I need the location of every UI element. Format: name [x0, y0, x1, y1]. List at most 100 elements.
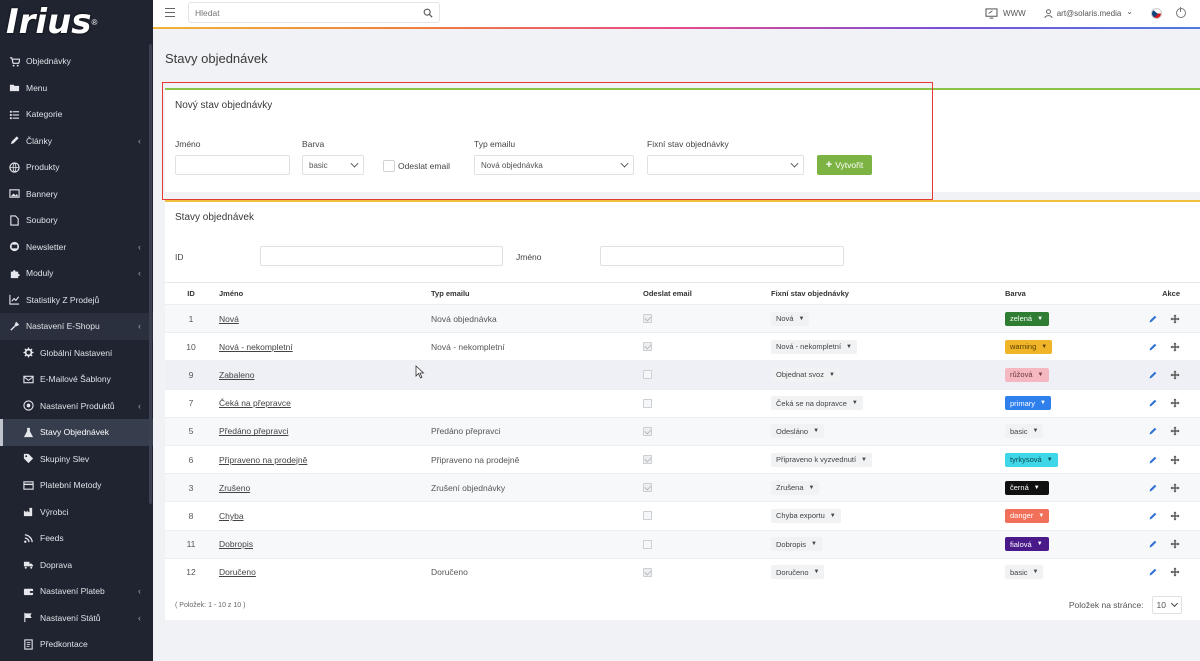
table-row[interactable]: 6 Připraveno na prodejně Připraveno na pro…	[165, 444, 1200, 473]
sidebar-item-15[interactable]: Stavy Objednávek	[0, 419, 153, 446]
search-icon[interactable]	[423, 8, 433, 18]
color-badge[interactable]: růžová ▼	[1005, 367, 1049, 382]
move-arrows-icon[interactable]	[1170, 425, 1180, 437]
send-email-checkbox[interactable]	[643, 567, 652, 577]
sidebar-item-1[interactable]: Objednávky	[0, 48, 153, 75]
fixed-state-dropdown[interactable]: Čeká se na dopravce ▼	[771, 396, 863, 411]
edit-pencil-icon[interactable]	[1148, 454, 1158, 466]
menu-toggle-icon[interactable]	[165, 8, 175, 18]
send-email-checkbox[interactable]	[643, 483, 652, 493]
sidebar-item-4[interactable]: Články ‹	[0, 128, 153, 155]
row-name-link[interactable]: Zabaleno	[219, 370, 254, 380]
language-flag-icon[interactable]	[1151, 7, 1162, 19]
color-badge[interactable]: basic ▼	[1005, 424, 1044, 439]
move-arrows-icon[interactable]	[1170, 510, 1180, 522]
move-arrows-icon[interactable]	[1170, 454, 1180, 466]
col-name[interactable]: Jméno	[219, 283, 243, 304]
sidebar-item-6[interactable]: Bannery	[0, 181, 153, 208]
sidebar-item-2[interactable]: Menu	[0, 75, 153, 102]
table-row[interactable]: 12 Doručeno Doručeno Doručeno ▼ basic ▼	[165, 557, 1200, 586]
row-name-link[interactable]: Zrušeno	[219, 483, 250, 493]
row-name-link[interactable]: Čeká na přepravce	[219, 398, 291, 408]
row-name-link[interactable]: Nová	[219, 314, 239, 324]
sidebar-item-22[interactable]: Nastavení Států ‹	[0, 605, 153, 632]
fixed-state-dropdown[interactable]: Připraveno k vyzvednutí ▼	[771, 452, 872, 467]
sidebar-item-20[interactable]: Doprava	[0, 552, 153, 579]
edit-pencil-icon[interactable]	[1148, 313, 1158, 325]
sidebar-item-7[interactable]: Soubory	[0, 207, 153, 234]
move-arrows-icon[interactable]	[1170, 369, 1180, 381]
edit-pencil-icon[interactable]	[1148, 482, 1158, 494]
fixed-state-dropdown[interactable]: Odesláno ▼	[771, 424, 825, 439]
power-icon[interactable]	[1176, 7, 1186, 18]
edit-pencil-icon[interactable]	[1148, 510, 1158, 522]
sidebar-item-16[interactable]: Skupiny Slev	[0, 446, 153, 473]
table-row[interactable]: 9 Zabaleno Objednat svoz ▼ růžová ▼	[165, 360, 1200, 389]
user-menu[interactable]: art@solaris.media ⌄	[1044, 7, 1133, 18]
col-color[interactable]: Barva	[1005, 283, 1026, 304]
color-badge[interactable]: basic ▼	[1005, 565, 1044, 580]
edit-pencil-icon[interactable]	[1148, 538, 1158, 550]
sidebar-item-17[interactable]: Platební Metody	[0, 472, 153, 499]
www-link[interactable]: WWW	[985, 7, 1026, 19]
row-name-link[interactable]: Předáno přepravci	[219, 426, 288, 436]
sidebar-item-21[interactable]: Nastavení Plateb ‹	[0, 578, 153, 605]
fixed-state-select[interactable]	[647, 155, 804, 175]
edit-pencil-icon[interactable]	[1148, 341, 1158, 353]
send-email-checkbox[interactable]	[643, 426, 652, 436]
color-select[interactable]: basic	[302, 155, 364, 175]
table-row[interactable]: 10 Nová - nekompletní Nová - nekompletní No…	[165, 332, 1200, 360]
sidebar-item-13[interactable]: E-Mailové Šablony	[0, 366, 153, 393]
send-email-checkbox[interactable]	[643, 539, 652, 549]
row-name-link[interactable]: Doručeno	[219, 567, 256, 577]
sidebar-item-18[interactable]: Výrobci	[0, 499, 153, 526]
table-row[interactable]: 11 Dobropis Dobropis ▼ fialová ▼	[165, 529, 1200, 558]
send-email-checkbox[interactable]	[643, 370, 652, 380]
fixed-state-dropdown[interactable]: Doručeno ▼	[771, 565, 825, 580]
move-arrows-icon[interactable]	[1170, 313, 1180, 325]
send-email-checkbox[interactable]	[643, 314, 652, 324]
edit-pencil-icon[interactable]	[1148, 397, 1158, 409]
sidebar-item-3[interactable]: Kategorie	[0, 101, 153, 128]
col-id[interactable]: ID	[178, 283, 204, 304]
sidebar-item-8[interactable]: Newsletter ‹	[0, 234, 153, 261]
edit-pencil-icon[interactable]	[1148, 425, 1158, 437]
color-badge[interactable]: černá ▼	[1005, 480, 1049, 495]
app-logo[interactable]: Irius ®	[0, 0, 153, 44]
table-row[interactable]: 3 Zrušeno Zrušení objednávky Zrušena ▼ černá ▼	[165, 473, 1200, 502]
email-type-select[interactable]: Nová objednávka	[474, 155, 634, 175]
col-send-email[interactable]: Odeslat email	[643, 283, 692, 304]
color-badge[interactable]: zelená ▼	[1005, 311, 1049, 326]
send-email-checkbox[interactable]	[643, 398, 652, 408]
sidebar-item-10[interactable]: Statistiky Z Prodejů	[0, 287, 153, 314]
sidebar-scrollbar[interactable]	[149, 44, 152, 504]
move-arrows-icon[interactable]	[1170, 341, 1180, 353]
sidebar-item-11[interactable]: Nastavení E-Shopu ‹	[0, 313, 153, 340]
send-email-checkbox[interactable]	[383, 160, 395, 172]
row-name-link[interactable]: Nová - nekompletní	[219, 342, 293, 352]
color-badge[interactable]: tyrkysová ▼	[1005, 452, 1058, 467]
search-input[interactable]	[189, 3, 409, 22]
per-page-select[interactable]: 10	[1151, 596, 1182, 614]
sidebar-item-12[interactable]: Globální Nastavení	[0, 340, 153, 367]
table-row[interactable]: 7 Čeká na přepravce Čeká se na dopravce ▼ pr…	[165, 388, 1200, 417]
create-button[interactable]: + Vytvořit	[817, 155, 872, 175]
color-badge[interactable]: fialová ▼	[1005, 537, 1049, 552]
send-email-checkbox[interactable]	[643, 455, 652, 465]
table-row[interactable]: 1 Nová Nová objednávka Nová ▼ zelená ▼	[165, 304, 1200, 333]
edit-pencil-icon[interactable]	[1148, 566, 1158, 578]
sidebar-item-14[interactable]: Nastavení Produktů ‹	[0, 393, 153, 420]
col-fixed-state[interactable]: Fixní stav objednávky	[771, 283, 849, 304]
move-arrows-icon[interactable]	[1170, 566, 1180, 578]
name-input[interactable]	[175, 155, 290, 175]
row-name-link[interactable]: Dobropis	[219, 539, 253, 549]
color-badge[interactable]: primary ▼	[1005, 396, 1051, 411]
move-arrows-icon[interactable]	[1170, 482, 1180, 494]
move-arrows-icon[interactable]	[1170, 397, 1180, 409]
color-badge[interactable]: danger ▼	[1005, 508, 1050, 523]
filter-id-input[interactable]	[260, 246, 503, 266]
sidebar-item-9[interactable]: Moduly ‹	[0, 260, 153, 287]
send-email-checkbox[interactable]	[643, 342, 652, 352]
fixed-state-dropdown[interactable]: Objednat svoz ▼	[771, 367, 840, 382]
table-row[interactable]: 8 Chyba Chyba exportu ▼ danger ▼	[165, 501, 1200, 529]
